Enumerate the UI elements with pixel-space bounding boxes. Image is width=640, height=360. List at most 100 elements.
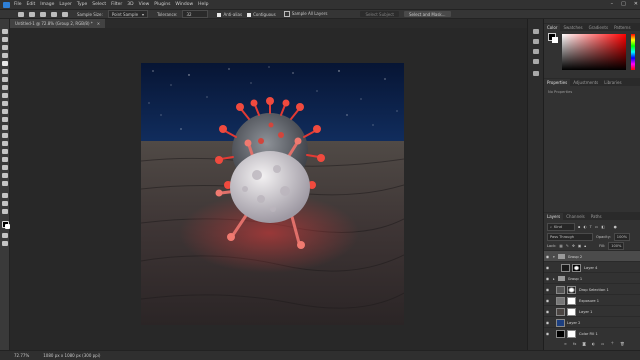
menu-window[interactable]: Window bbox=[175, 2, 193, 7]
blend-mode-select[interactable]: Pass Through bbox=[547, 233, 593, 241]
add-mask-icon[interactable]: ◙ bbox=[582, 342, 586, 346]
visibility-eye-icon[interactable]: ◉ bbox=[544, 309, 551, 314]
menu-select[interactable]: Select bbox=[92, 2, 106, 7]
move-tool-icon[interactable] bbox=[2, 29, 8, 34]
brush-tool-icon[interactable] bbox=[2, 101, 8, 106]
menu-3d[interactable]: 3D bbox=[127, 2, 133, 7]
expand-arrow-icon[interactable]: ▸ bbox=[553, 277, 555, 281]
hand-tool-icon[interactable] bbox=[2, 193, 8, 198]
menu-view[interactable]: View bbox=[139, 2, 150, 7]
zoom-tool-icon[interactable] bbox=[2, 201, 8, 206]
artboard-tool-icon[interactable] bbox=[2, 37, 8, 42]
tab-color[interactable]: Color bbox=[544, 24, 561, 31]
tab-swatches[interactable]: Swatches bbox=[560, 24, 585, 31]
lasso-tool-icon[interactable] bbox=[2, 53, 8, 58]
filter-smart-object-icon[interactable]: ◧ bbox=[601, 225, 604, 229]
dodge-tool-icon[interactable] bbox=[2, 149, 8, 154]
new-selection-icon[interactable] bbox=[29, 11, 35, 17]
tolerance-input[interactable]: 32 bbox=[182, 10, 209, 18]
background-color-chip[interactable] bbox=[552, 37, 558, 43]
filter-pixel-icon[interactable]: ▪ bbox=[578, 225, 580, 229]
layer-name[interactable]: Color Fill 1 bbox=[579, 332, 598, 336]
visibility-eye-icon[interactable]: ◉ bbox=[544, 254, 551, 259]
tab-properties[interactable]: Properties bbox=[544, 79, 571, 86]
menu-file[interactable]: File bbox=[14, 2, 22, 7]
close-tab-icon[interactable]: × bbox=[97, 21, 100, 26]
menu-type[interactable]: Type bbox=[77, 2, 87, 7]
visibility-eye-icon[interactable]: ◉ bbox=[544, 287, 551, 292]
document-tab[interactable]: Untitled-1 @ 72.8% (Group 2, RGB/8) * × bbox=[10, 19, 106, 28]
new-adjustment-icon[interactable]: ◐ bbox=[592, 342, 595, 346]
filter-type-icon[interactable]: T bbox=[590, 225, 592, 229]
layer-name[interactable]: Layer 2 bbox=[567, 321, 580, 325]
filter-toggle-icon[interactable]: ● bbox=[614, 225, 617, 229]
visibility-eye-icon[interactable]: ◉ bbox=[544, 298, 551, 303]
lock-transparent-icon[interactable]: ▦ bbox=[559, 244, 562, 248]
close-window-button[interactable]: ✕ bbox=[634, 1, 638, 7]
type-tool-icon[interactable] bbox=[2, 165, 8, 170]
foreground-color-swatch[interactable] bbox=[2, 221, 10, 229]
marquee-tool-icon[interactable] bbox=[2, 45, 8, 50]
history-panel-icon[interactable] bbox=[533, 29, 539, 34]
tab-adjustments[interactable]: Adjustments bbox=[570, 79, 601, 86]
visibility-eye-icon[interactable]: ◉ bbox=[544, 331, 551, 336]
layer-name[interactable]: Layer 4 bbox=[584, 266, 597, 270]
hue-slider[interactable] bbox=[631, 34, 635, 70]
new-layer-icon[interactable]: ＋ bbox=[610, 341, 614, 346]
layer-name[interactable]: Group 1 bbox=[568, 277, 582, 281]
color-swatches-fg-bg[interactable] bbox=[548, 33, 558, 43]
character-panel-icon[interactable] bbox=[533, 59, 539, 64]
tab-layers[interactable]: Layers bbox=[544, 213, 564, 220]
menu-image[interactable]: Image bbox=[40, 2, 54, 7]
brush-settings-icon[interactable] bbox=[533, 49, 539, 54]
eyedropper-tool-icon[interactable] bbox=[2, 85, 8, 90]
new-group-icon[interactable]: ▭ bbox=[601, 342, 604, 346]
healing-brush-tool-icon[interactable] bbox=[2, 93, 8, 98]
menu-filter[interactable]: Filter bbox=[111, 2, 122, 7]
visibility-eye-icon[interactable]: ◉ bbox=[544, 265, 551, 270]
rectangle-tool-icon[interactable] bbox=[2, 181, 8, 186]
visibility-eye-icon[interactable]: ◉ bbox=[544, 276, 551, 281]
menu-edit[interactable]: Edit bbox=[27, 2, 36, 7]
menu-layer[interactable]: Layer bbox=[59, 2, 72, 7]
link-layers-icon[interactable]: ∞ bbox=[564, 342, 567, 346]
layer-name[interactable]: Drop Selection 1 bbox=[579, 288, 609, 292]
crop-tool-icon[interactable] bbox=[2, 69, 8, 74]
layer-row-color-fill-1[interactable]: ◉ Color Fill 1 bbox=[544, 327, 640, 339]
layer-name[interactable]: Layer 1 bbox=[579, 310, 592, 314]
history-brush-tool-icon[interactable] bbox=[2, 117, 8, 122]
add-to-selection-icon[interactable] bbox=[40, 11, 46, 17]
frame-tool-icon[interactable] bbox=[2, 77, 8, 82]
menu-help[interactable]: Help bbox=[198, 2, 208, 7]
maximize-button[interactable]: □ bbox=[621, 1, 626, 7]
filter-adjustment-icon[interactable]: ◐ bbox=[583, 225, 586, 229]
tab-gradients[interactable]: Gradients bbox=[586, 24, 612, 31]
layer-name[interactable]: Group 2 bbox=[568, 255, 582, 259]
filter-shape-icon[interactable]: ▭ bbox=[595, 225, 598, 229]
intersect-selection-icon[interactable] bbox=[62, 11, 68, 17]
select-subject-button[interactable]: Select Subject bbox=[360, 11, 400, 17]
layer-style-icon[interactable]: fx bbox=[573, 342, 576, 346]
clone-stamp-tool-icon[interactable] bbox=[2, 109, 8, 114]
more-tools-icon[interactable] bbox=[2, 209, 8, 214]
visibility-eye-icon[interactable]: ◉ bbox=[544, 320, 551, 325]
quick-mask-icon[interactable] bbox=[2, 233, 8, 238]
pen-tool-icon[interactable] bbox=[2, 157, 8, 162]
delete-layer-icon[interactable]: 🗑︎ bbox=[620, 342, 625, 346]
paragraph-panel-icon[interactable] bbox=[533, 71, 539, 76]
blur-tool-icon[interactable] bbox=[2, 141, 8, 146]
magic-wand-tool-icon[interactable] bbox=[2, 61, 8, 66]
zoom-level[interactable]: 72.77% bbox=[14, 353, 29, 358]
lock-all-icon[interactable]: 🔒︎ bbox=[584, 244, 586, 248]
expand-arrow-icon[interactable]: ▾ bbox=[553, 255, 555, 259]
menu-plugins[interactable]: Plugins bbox=[154, 2, 170, 7]
lock-artboard-icon[interactable]: ▣ bbox=[578, 244, 581, 248]
tab-libraries[interactable]: Libraries bbox=[601, 79, 624, 86]
tab-channels[interactable]: Channels bbox=[563, 213, 588, 220]
color-field[interactable] bbox=[562, 34, 626, 70]
lock-position-icon[interactable]: ✥ bbox=[572, 244, 575, 248]
layer-name[interactable]: Exposure 1 bbox=[579, 299, 599, 303]
anti-alias-checkbox[interactable]: Anti-alias bbox=[217, 12, 242, 17]
minimize-button[interactable]: – bbox=[611, 1, 614, 7]
gradient-tool-icon[interactable] bbox=[2, 133, 8, 138]
